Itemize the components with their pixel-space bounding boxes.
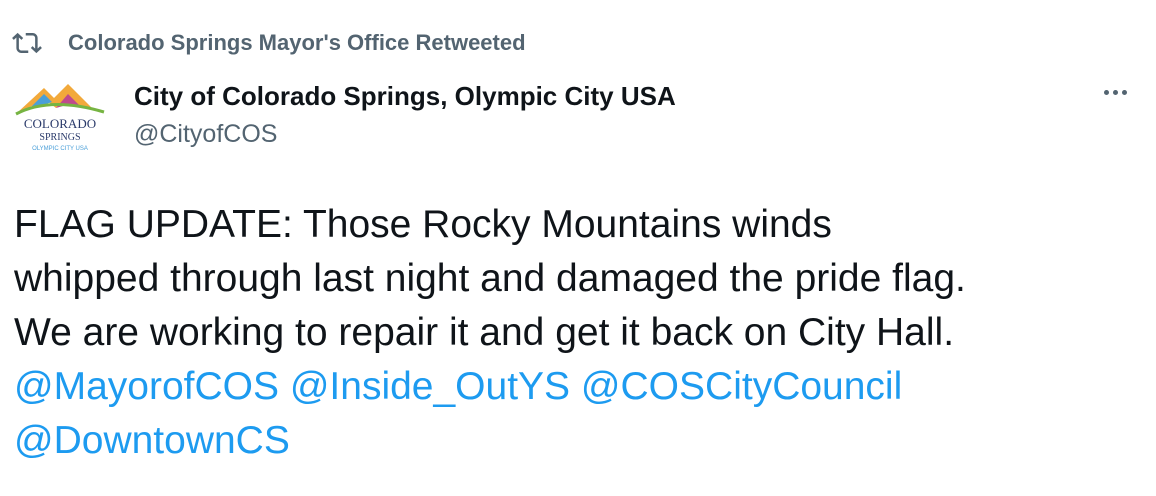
user-handle[interactable]: @CityofCOS xyxy=(134,118,676,150)
retweet-label: Colorado Springs Mayor's Office Retweete… xyxy=(68,30,526,55)
retweet-context[interactable]: Colorado Springs Mayor's Office Retweete… xyxy=(12,28,526,58)
tweet-text: FLAG UPDATE: Those Rocky Mountains winds… xyxy=(14,198,1150,468)
colorado-springs-logo-icon: COLORADO SPRINGS OLYMPIC CITY USA xyxy=(15,84,105,152)
tweet-line: whipped through last night and damaged t… xyxy=(14,257,966,300)
mention-link[interactable]: @MayorofCOS xyxy=(14,365,279,408)
display-name[interactable]: City of Colorado Springs, Olympic City U… xyxy=(134,80,676,112)
mention-link[interactable]: @Inside_OutYS xyxy=(290,365,570,408)
mentions-line: @MayorofCOS @Inside_OutYS @COSCityCounci… xyxy=(14,360,1150,414)
mention-link[interactable]: @DowntownCS xyxy=(14,419,290,462)
retweet-icon xyxy=(12,32,42,54)
mentions-line: @DowntownCS xyxy=(14,414,1150,468)
tweet-line: FLAG UPDATE: Those Rocky Mountains winds xyxy=(14,203,832,246)
svg-text:COLORADO: COLORADO xyxy=(24,116,96,131)
svg-text:SPRINGS: SPRINGS xyxy=(39,132,80,143)
svg-text:OLYMPIC CITY USA: OLYMPIC CITY USA xyxy=(32,146,88,152)
avatar[interactable]: COLORADO SPRINGS OLYMPIC CITY USA xyxy=(10,76,110,156)
tweet-line: We are working to repair it and get it b… xyxy=(14,311,955,354)
mention-link[interactable]: @COSCityCouncil xyxy=(581,365,902,408)
author-info[interactable]: City of Colorado Springs, Olympic City U… xyxy=(134,80,676,150)
more-options-icon[interactable] xyxy=(1104,80,1134,104)
